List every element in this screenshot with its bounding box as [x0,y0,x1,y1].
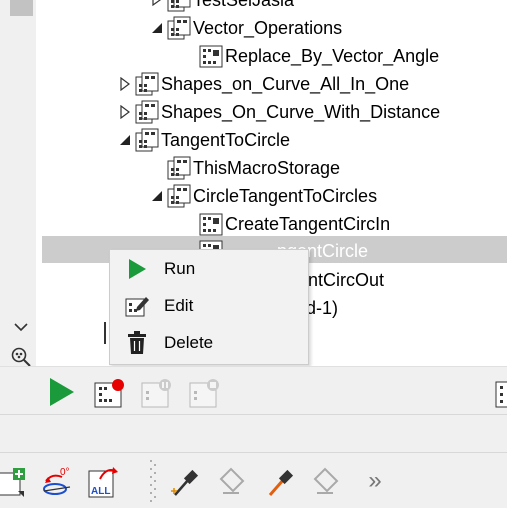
tree-label: CreateTangentCircIn [225,213,391,234]
module-icon [167,184,191,208]
module-icon [135,72,159,96]
tree-node[interactable]: TestSelJasia [150,0,294,14]
tree-node[interactable]: ThisMacroStorage [166,154,340,182]
zoom-fit-icon[interactable] [10,346,32,368]
tree-arrow-icon[interactable] [150,0,164,7]
tree-label: Vector_Operations [193,17,343,38]
macro-toolbar [0,366,507,415]
macro-module-button[interactable] [494,379,507,409]
menu-item-label: Edit [164,295,194,315]
scrollbar-thumb[interactable] [10,0,33,16]
trash-icon [110,330,164,355]
tree-node[interactable]: Shapes_On_Curve_With_Distance [118,98,440,126]
tree-label: Replace_By_Vector_Angle [225,45,440,66]
run-macro-button[interactable] [46,377,76,407]
add-element-icon[interactable] [0,465,28,499]
paint-bucket-disabled-icon [309,465,343,499]
chevron-down-icon[interactable] [12,318,30,336]
menu-item-edit[interactable]: Edit [110,287,308,324]
stop-recording-button [189,377,221,409]
record-macro-button[interactable] [94,377,126,409]
module-icon [135,128,159,152]
tree-label: ThisMacroStorage [193,157,341,178]
play-icon [110,258,164,280]
tree-label: Shapes_On_Curve_With_Distance [161,101,441,122]
tree-label: CircleTangentToCircles [193,185,378,206]
tree-node[interactable]: Vector_Operations [150,14,342,42]
tree-label: TangentToCircle [161,129,291,150]
module-icon [167,156,191,180]
module-icon [167,0,191,12]
tree-arrow-expanded-icon[interactable] [150,21,164,35]
module-icon [167,16,191,40]
left-scroll-column [0,0,36,366]
more-tools-button[interactable]: » [362,467,388,495]
eyedropper-icon[interactable] [167,465,201,499]
tree-label: TestSelJasia [193,0,294,11]
tree-node[interactable]: CircleTangentToCircles [150,182,377,210]
all-label: ALL [91,486,110,497]
macro-icon [199,213,223,236]
tree-node[interactable]: TangentToCircle [118,126,290,154]
menu-item-label: Run [164,258,196,278]
tree-label: Shapes_on_Curve_All_In_One [161,73,410,94]
tree-node[interactable]: CreateTangentCircIn [198,210,390,238]
menu-item-run[interactable]: Run [110,250,308,287]
tree-node[interactable]: Replace_By_Vector_Angle [198,42,439,70]
rotate-angle-icon[interactable]: 0° [40,465,74,499]
pause-recording-button [141,377,173,409]
menu-item-delete[interactable]: Delete [110,324,308,361]
module-icon [135,100,159,124]
tree-arrow-expanded-icon[interactable] [118,133,132,147]
edit-icon [110,294,164,318]
toolbar-grip-icon[interactable] [148,457,158,505]
more-label: » [368,467,382,494]
context-menu: Run Edit Delete [109,249,309,365]
select-all-icon[interactable]: ALL [86,465,120,499]
tree-arrow-collapsed-icon[interactable] [118,77,132,91]
macro-icon [199,45,223,68]
angle-label: 0° [60,467,70,478]
tree-node[interactable]: Shapes_on_Curve_All_In_One [118,70,409,98]
eyedropper-color-icon[interactable] [262,465,296,499]
status-strip [0,414,507,453]
tree-arrow-expanded-icon[interactable] [150,189,164,203]
bottom-toolbar: 0° ALL » [0,452,507,508]
paint-bucket-icon [215,465,249,499]
tree-arrow-collapsed-icon[interactable] [118,105,132,119]
menu-item-label: Delete [164,332,214,352]
